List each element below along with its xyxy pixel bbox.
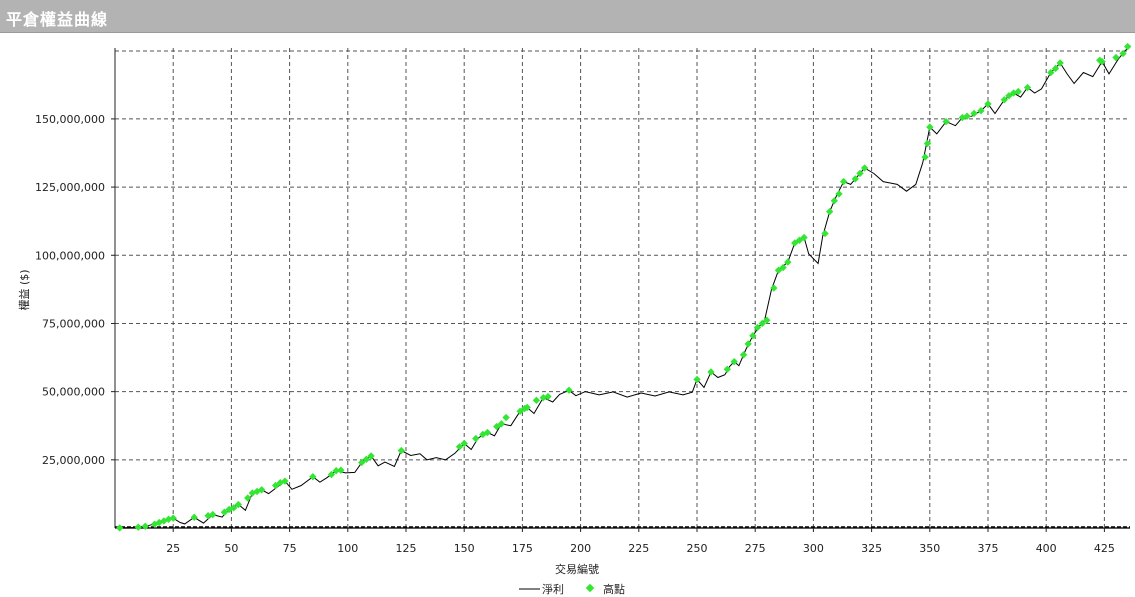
high-point-marker [115,524,124,532]
high-point-marker [739,351,748,359]
x-tick-label: 425 [1094,542,1115,555]
series-line-net-profit [119,44,1131,529]
legend-marker-swatch [585,583,595,593]
x-tick-label: 250 [686,542,707,555]
series [115,42,1132,532]
y-axis-ticks: 25,000,000 50,000,000 75,000,000 100,000,00… [35,113,115,467]
high-point-marker [141,522,149,531]
grid-lines [115,48,1130,528]
high-point-marker [190,513,198,522]
high-point-marker [502,413,510,422]
x-tick-label: 75 [283,542,297,555]
x-tick-label: 175 [512,542,533,555]
x-axis-title: 交易編號 [555,562,599,576]
axes [114,48,1130,529]
x-tick-label: 125 [395,542,416,555]
y-tick-label: 150,000,000 [35,113,105,126]
high-point-marker [244,494,252,502]
high-point-marker [472,434,480,443]
y-tick-label: 100,000,000 [35,249,105,262]
high-point-marker [1051,64,1060,73]
high-point-marker [1123,42,1132,51]
legend: 淨利 高點 [519,582,625,596]
y-axis-title: 權益 ($) [17,269,31,310]
equity-curve-chart: 25 50 75 100 125 150 175 200 225 250 275 300 325 350 3… [17,42,1132,596]
x-tick-label: 375 [977,542,998,555]
y-tick-label: 25,000,000 [42,454,105,467]
x-tick-label: 25 [166,542,180,555]
legend-label-high-point: 高點 [603,582,625,596]
high-point-marker [921,153,929,161]
y-tick-label: 50,000,000 [42,386,105,399]
legend-label-net-profit: 淨利 [542,583,564,596]
x-tick-label: 150 [454,542,475,555]
high-point-marker [532,396,541,405]
high-point-marker [839,177,848,186]
high-point-marker [1112,53,1120,62]
x-tick-label: 100 [337,542,358,555]
high-point-marker [134,523,142,531]
x-tick-label: 350 [919,542,940,555]
x-tick-label: 200 [570,542,591,555]
x-axis-ticks: 25 50 75 100 125 150 175 200 225 250 275 300 325 350 3… [166,528,1115,555]
x-tick-label: 325 [861,542,882,555]
high-point-marker [825,207,834,216]
y-tick-label: 75,000,000 [42,317,105,330]
high-point-marker [830,197,838,205]
high-point-marker [744,340,752,348]
x-tick-label: 275 [745,542,766,555]
y-tick-label: 125,000,000 [35,181,105,194]
high-point-marker [397,446,405,455]
x-tick-label: 50 [224,542,238,555]
x-tick-label: 300 [803,542,824,555]
x-tick-label: 400 [1036,542,1057,555]
x-tick-label: 225 [628,542,649,555]
